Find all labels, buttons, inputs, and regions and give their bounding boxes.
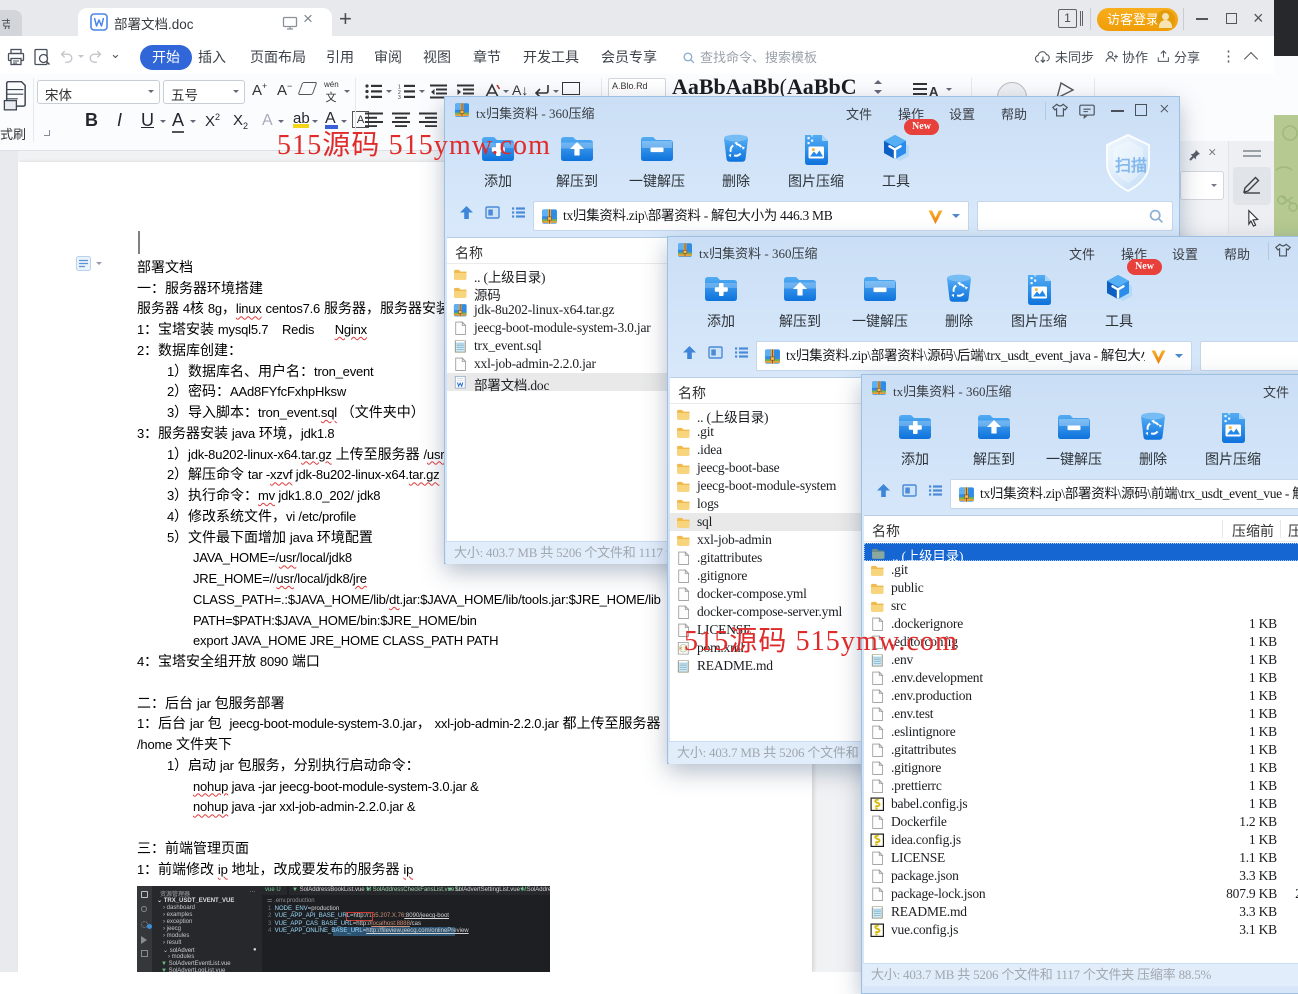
svg-text:3: 3 [398,95,401,99]
